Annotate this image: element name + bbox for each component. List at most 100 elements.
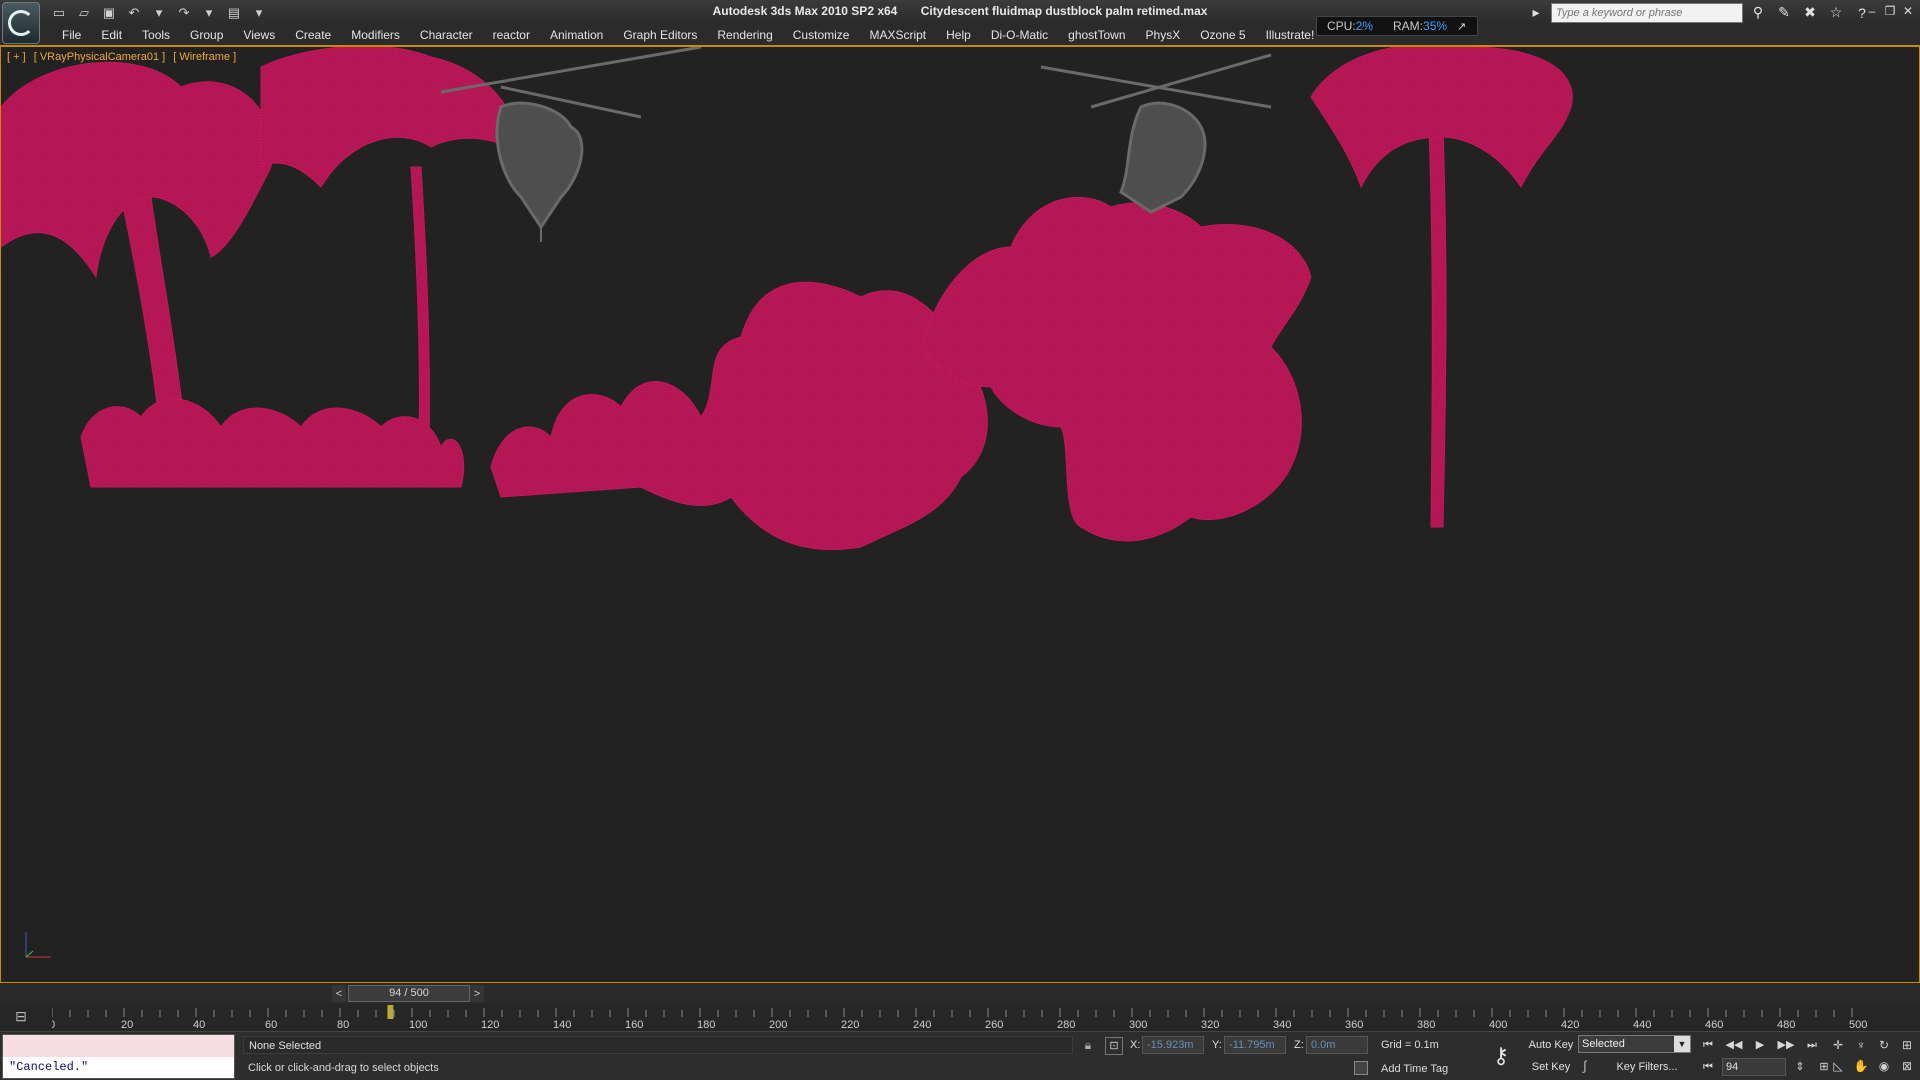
menu-rendering[interactable]: Rendering xyxy=(707,25,782,45)
viewport-label[interactable]: [ + ] [ VRayPhysicalCamera01 ] [ Wirefra… xyxy=(7,51,241,63)
menu-create[interactable]: Create xyxy=(285,25,341,45)
listener-output[interactable]: "Canceled." xyxy=(3,1057,234,1078)
menu-help[interactable]: Help xyxy=(936,25,981,45)
file-name: Citydescent fluidmap dustblock palm reti… xyxy=(921,4,1208,18)
ruler-tick-label: 140 xyxy=(553,1019,571,1031)
ruler-tick-label: 420 xyxy=(1561,1019,1579,1031)
ruler-tick-label: 440 xyxy=(1633,1019,1651,1031)
time-slider[interactable]: < 94 / 500 > xyxy=(0,983,1920,1004)
menu-edit[interactable]: Edit xyxy=(91,25,132,45)
menu-ozone-5[interactable]: Ozone 5 xyxy=(1190,25,1255,45)
y-coordinate-field[interactable]: -11.795m xyxy=(1224,1036,1286,1054)
previous-frame-icon[interactable]: ◀◀ xyxy=(1724,1036,1744,1054)
minimize-icon[interactable]: – xyxy=(1864,2,1880,20)
chevron-down-icon[interactable]: ▼ xyxy=(1674,1036,1690,1052)
infocenter-icons: ⚲✎✖☆? xyxy=(1747,3,1873,23)
selection-status: None Selected xyxy=(243,1036,1073,1054)
zoom-icon[interactable]: ✛ xyxy=(1828,1036,1848,1054)
ruler-tick-label: 300 xyxy=(1129,1019,1147,1031)
ruler-tick-label: 260 xyxy=(985,1019,1003,1031)
time-tag-icon[interactable] xyxy=(1354,1061,1368,1075)
selection-set-dropdown[interactable]: Selected ▼ xyxy=(1578,1035,1691,1053)
y-label: Y: xyxy=(1212,1039,1222,1051)
listener-input[interactable] xyxy=(3,1035,234,1057)
min-max-toggle-icon[interactable]: ⊠ xyxy=(1897,1057,1917,1075)
favorites-star-icon[interactable]: ☆ xyxy=(1825,3,1847,23)
go-to-start-icon[interactable]: ⏮ xyxy=(1698,1036,1718,1054)
expand-arrow-icon[interactable]: ▸ xyxy=(1525,3,1547,23)
roll-icon[interactable]: ↻ xyxy=(1874,1036,1894,1054)
menu-physx[interactable]: PhysX xyxy=(1136,25,1191,45)
current-frame-field[interactable]: 94 xyxy=(1722,1058,1786,1076)
menu-modifiers[interactable]: Modifiers xyxy=(341,25,410,45)
menu-customize[interactable]: Customize xyxy=(783,25,860,45)
menu-graph-editors[interactable]: Graph Editors xyxy=(613,25,707,45)
frame-spinner-icon[interactable]: ⇕ xyxy=(1790,1058,1810,1076)
search-input[interactable] xyxy=(1551,3,1743,23)
z-coordinate-field[interactable]: 0.0m xyxy=(1306,1036,1368,1054)
communication-center-icon[interactable]: ✎ xyxy=(1773,3,1795,23)
open-mini-curve-editor-icon[interactable]: ⊟ xyxy=(10,1008,32,1026)
menu-animation[interactable]: Animation xyxy=(540,25,613,45)
ruler-tick-label: 120 xyxy=(481,1019,499,1031)
maximize-viewport-icon[interactable]: ⊞ xyxy=(1897,1036,1917,1054)
maxscript-mini-listener[interactable]: "Canceled." xyxy=(2,1034,235,1079)
app-name: Autodesk 3ds Max 2010 SP2 x64 xyxy=(713,4,898,18)
palm-tree xyxy=(1311,47,1572,527)
dolly-icon[interactable]: ♆ xyxy=(1851,1036,1871,1054)
viewport-menu[interactable]: [ + ] xyxy=(7,51,26,63)
set-key-button[interactable]: Set Key xyxy=(1527,1058,1575,1076)
z-label: Z: xyxy=(1294,1039,1304,1051)
infocenter: ▸ ⚲✎✖☆? xyxy=(1525,1,1873,24)
restore-icon[interactable]: ❐ xyxy=(1882,2,1898,20)
current-frame-marker[interactable] xyxy=(387,1005,393,1019)
binoculars-icon[interactable]: ⚲ xyxy=(1747,3,1769,23)
menu-views[interactable]: Views xyxy=(233,25,285,45)
auto-key-button[interactable]: Auto Key xyxy=(1527,1036,1575,1054)
subscription-icon[interactable]: ✖ xyxy=(1799,3,1821,23)
truck-icon[interactable]: ✋ xyxy=(1851,1057,1871,1075)
grid-size: Grid = 0.1m xyxy=(1381,1039,1439,1051)
x-coordinate-field[interactable]: -15.923m xyxy=(1142,1036,1204,1054)
next-frame-icon[interactable]: ▶▶ xyxy=(1776,1036,1796,1054)
absolute-mode-icon[interactable]: ⊡ xyxy=(1105,1037,1123,1055)
go-to-end-icon[interactable]: ⏭ xyxy=(1802,1036,1822,1054)
viewport-camera-name[interactable]: [ VRayPhysicalCamera01 ] xyxy=(34,51,165,63)
menu-reactor[interactable]: reactor xyxy=(483,25,540,45)
title-bar: ▭▱▣↶▾↷▾▤▾ Autodesk 3ds Max 2010 SP2 x64 … xyxy=(0,0,1920,25)
key-curve-icon[interactable]: ∫ xyxy=(1583,1058,1601,1076)
menu-group[interactable]: Group xyxy=(180,25,233,45)
selection-set-value: Selected xyxy=(1582,1038,1625,1050)
track-bar[interactable]: ⊟ 02040608010012014016018020022024026028… xyxy=(0,1004,1920,1031)
time-slider-thumb[interactable]: 94 / 500 xyxy=(348,985,470,1002)
add-time-tag-button[interactable]: Add Time Tag xyxy=(1381,1063,1448,1075)
menu-maxscript[interactable]: MAXScript xyxy=(859,25,936,45)
ruler-tick-label: 380 xyxy=(1417,1019,1435,1031)
close-icon[interactable]: ✕ xyxy=(1900,2,1916,20)
menu-ghosttown[interactable]: ghostTown xyxy=(1058,25,1135,45)
play-icon[interactable]: ▶ xyxy=(1750,1036,1770,1054)
viewport-camera[interactable]: [ + ] [ VRayPhysicalCamera01 ] [ Wirefra… xyxy=(0,46,1920,983)
application-menu-button[interactable] xyxy=(2,2,40,44)
menu-character[interactable]: Character xyxy=(410,25,483,45)
frame-controls: ⏮ 94 ⇕ ⊞ xyxy=(1698,1058,1834,1076)
ruler-tick-label: 320 xyxy=(1201,1019,1219,1031)
frame-ruler[interactable]: 0204060801001201401601802002202402602803… xyxy=(52,1004,1872,1031)
expand-arrow-icon[interactable]: ↗ xyxy=(1457,20,1466,33)
menu-illustrate-[interactable]: Illustrate! xyxy=(1256,25,1325,45)
previous-frame-button[interactable]: < xyxy=(332,985,346,1002)
ruler-tick-label: 180 xyxy=(697,1019,715,1031)
app-window: ▭▱▣↶▾↷▾▤▾ Autodesk 3ds Max 2010 SP2 x64 … xyxy=(0,0,1920,1080)
orbit-icon[interactable]: ◉ xyxy=(1874,1057,1894,1075)
viewport-shading-mode[interactable]: [ Wireframe ] xyxy=(173,51,236,63)
bush xyxy=(491,282,987,549)
menu-di-o-matic[interactable]: Di-O-Matic xyxy=(981,25,1058,45)
key-mode-icon[interactable]: ⏮ xyxy=(1698,1058,1718,1076)
key-filters-button[interactable]: Key Filters... xyxy=(1606,1058,1688,1076)
set-key-icon[interactable]: ⚷ xyxy=(1483,1043,1519,1069)
menu-file[interactable]: File xyxy=(52,25,91,45)
next-frame-button[interactable]: > xyxy=(470,985,484,1002)
field-of-view-icon[interactable]: ◺ xyxy=(1828,1057,1848,1075)
selection-lock-icon[interactable]: 🔒︎ xyxy=(1080,1038,1096,1054)
menu-tools[interactable]: Tools xyxy=(132,25,180,45)
